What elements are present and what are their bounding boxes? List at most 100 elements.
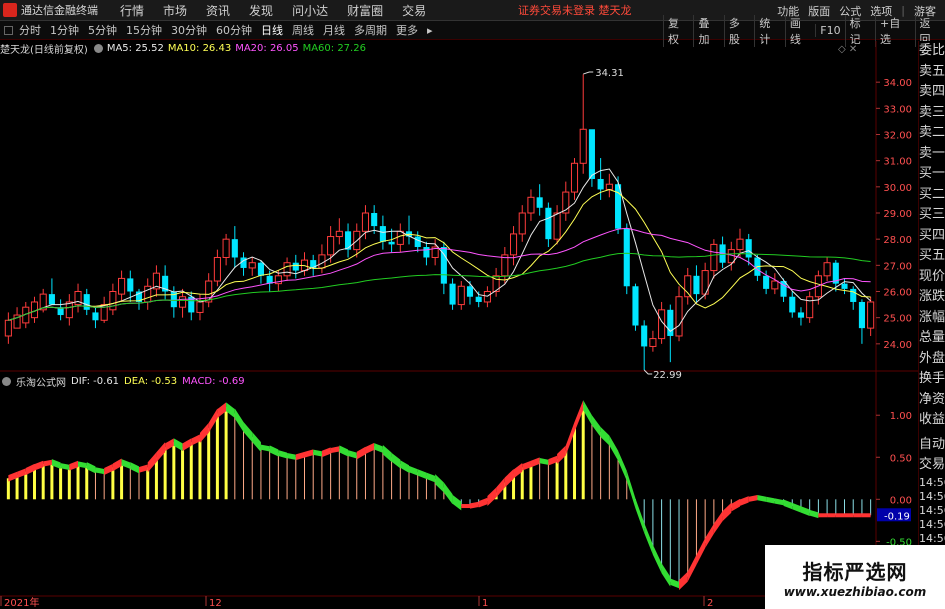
macd-band-segment xyxy=(469,501,479,509)
macd-current-label: -0.19 xyxy=(884,511,910,522)
candle-body-down xyxy=(588,129,595,179)
candle-body-up xyxy=(527,196,535,214)
kline-chart[interactable]: 34.00 33.00 32.00 31.00 30.00 29.00 28.00 27.00… xyxy=(0,0,945,609)
macd-band-segment xyxy=(400,460,410,473)
candle-body-down xyxy=(597,178,604,190)
side-time: 14:56 xyxy=(919,503,945,517)
macd-band-segment xyxy=(861,513,871,518)
candle-body-up xyxy=(605,183,613,190)
side-item: 买一 xyxy=(919,166,945,181)
candle-body-down xyxy=(379,226,386,242)
candle-body-up xyxy=(222,238,230,258)
quote-side-panel: 委比 卖五 卖四 卖三 卖二 卖一 买一 买二 买三 买四 买五 现价 涨跌 涨幅 总量 外盘 换手 净资 收益 自… xyxy=(918,41,945,609)
candle-body-down xyxy=(797,312,805,318)
side-item: 买四 xyxy=(919,227,945,243)
macd-band-segment xyxy=(774,498,784,506)
candle-body-down xyxy=(48,294,55,305)
candle-body-down xyxy=(388,241,395,245)
macd-band-segment xyxy=(330,446,340,454)
price-tick-label: 26.00 xyxy=(883,288,912,299)
price-tick-label: 27.00 xyxy=(883,261,912,272)
candle-body-down xyxy=(423,247,430,258)
macd-band-segment xyxy=(609,435,619,461)
price-tick-label: 25.00 xyxy=(883,314,912,325)
macd-tick-label: 0.50 xyxy=(890,453,912,464)
macd-band-segment xyxy=(757,495,767,502)
macd-band-segment xyxy=(278,450,288,459)
macd-band-segment xyxy=(748,495,758,502)
price-tick-label: 34.00 xyxy=(883,78,912,89)
macd-band-segment xyxy=(670,578,680,589)
side-item: 买二 xyxy=(919,186,945,202)
date-label: 1 xyxy=(482,598,488,609)
macd-band-segment xyxy=(243,421,253,443)
macd-band-segment xyxy=(722,502,732,522)
macd-band-segment xyxy=(618,450,627,481)
candle-body-down xyxy=(440,247,447,284)
watermark-title: 指标严选网 xyxy=(802,559,908,584)
candle-body-up xyxy=(396,230,404,245)
candle-body-down xyxy=(850,288,857,302)
candle-body-down xyxy=(763,275,770,289)
macd-band-segment xyxy=(591,415,601,438)
macd-band-segment xyxy=(321,447,331,458)
date-label: 12 xyxy=(209,598,222,609)
macd-band-segment xyxy=(461,504,470,509)
side-item: 收益 xyxy=(919,412,945,427)
macd-band-segment xyxy=(652,544,662,574)
candle-body-up xyxy=(483,291,491,303)
side-item: 卖五 xyxy=(919,63,945,79)
candle-body-up xyxy=(196,301,204,313)
side-item: 卖一 xyxy=(919,145,945,161)
macd-band-segment xyxy=(600,427,610,446)
macd-band-segment xyxy=(374,443,383,453)
watermark: 指标严选网 www.xuezhibiao.com xyxy=(765,545,945,609)
side-item: 外盘 xyxy=(919,350,945,366)
candle-body-up xyxy=(736,238,744,251)
ma60-line xyxy=(8,252,871,321)
side-trade-label[interactable]: 交易 xyxy=(919,455,945,476)
candle-body-down xyxy=(127,278,134,292)
macd-band-segment xyxy=(844,513,854,518)
candle-body-down xyxy=(789,296,796,313)
macd-band-segment xyxy=(391,452,401,469)
macd-band-segment xyxy=(626,470,636,509)
macd-band-segment xyxy=(739,496,749,506)
side-trade-label[interactable]: 自动 xyxy=(919,435,945,456)
macd-band-segment xyxy=(705,523,714,549)
price-tick-label: 28.00 xyxy=(883,235,912,246)
candle-body-up xyxy=(109,291,117,311)
candle-body-down xyxy=(292,262,299,271)
macd-band-segment xyxy=(539,458,549,465)
macd-band-segment xyxy=(478,497,488,508)
candle-body-up xyxy=(553,212,561,240)
candle-body-up xyxy=(518,212,526,235)
candle-body-down xyxy=(841,283,848,289)
macd-band-segment xyxy=(530,457,540,468)
candle-body-up xyxy=(710,243,718,272)
macd-band-segment xyxy=(435,474,444,493)
macd-band-segment xyxy=(696,538,706,565)
candle-body-down xyxy=(257,262,264,276)
macd-band-segment xyxy=(452,494,462,511)
candle-body-up xyxy=(213,256,221,282)
macd-band-segment xyxy=(269,445,279,457)
candle-body-down xyxy=(83,294,90,310)
macd-band-segment xyxy=(800,506,810,516)
macd-band-segment xyxy=(644,522,653,555)
side-item: 总量 xyxy=(919,330,945,345)
candle-body-up xyxy=(283,262,291,277)
candle-body-down xyxy=(466,286,474,297)
macd-band-segment xyxy=(365,442,375,455)
candle-body-up xyxy=(179,296,187,308)
side-time: 14:56 xyxy=(919,531,945,545)
watermark-url: www.xuezhibiao.com xyxy=(783,584,927,599)
candle-body-down xyxy=(667,309,674,336)
candle-body-up xyxy=(335,230,343,238)
macd-band-segment xyxy=(252,432,261,453)
candle-body-up xyxy=(457,285,465,306)
price-tick-label: 30.00 xyxy=(883,183,912,194)
side-item: 买五 xyxy=(919,248,945,263)
candle-body-up xyxy=(771,280,779,290)
macd-band-segment xyxy=(234,408,244,432)
